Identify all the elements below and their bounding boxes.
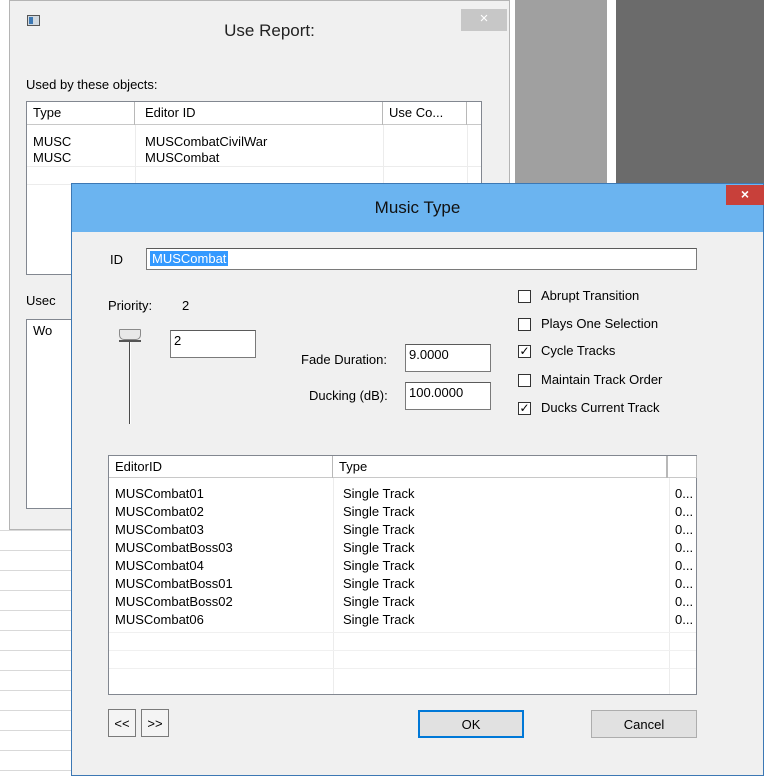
list-item-type[interactable]: MUSC <box>33 150 71 166</box>
table-row-extra[interactable]: 0... <box>675 486 693 502</box>
table-row-editor-id[interactable]: MUSCombatBoss01 <box>115 576 233 592</box>
table-row-type[interactable]: Single Track <box>343 612 415 628</box>
list-item-type[interactable]: MUSC <box>33 134 71 150</box>
checkbox-plays-one-selection[interactable] <box>518 318 531 331</box>
table-row-extra[interactable]: 0... <box>675 612 693 628</box>
table-row-extra[interactable]: 0... <box>675 522 693 538</box>
fade-duration-field[interactable]: 9.0000 <box>405 344 491 372</box>
checkbox-abrupt-transition[interactable] <box>518 290 531 303</box>
use-report-titlebar[interactable]: Use Report: × <box>10 1 509 61</box>
table-row-editor-id[interactable]: MUSCombat03 <box>115 522 204 538</box>
music-type-window: Music Type × ID MUSCombat Priority: 2 2 … <box>71 183 764 776</box>
ducking-label: Ducking (dB): <box>309 388 388 403</box>
list-item-editor-id[interactable]: MUSCombat <box>145 150 219 166</box>
column-header-type[interactable]: Type <box>333 456 667 478</box>
checkbox-label[interactable]: Plays One Selection <box>541 316 658 331</box>
column-header-world[interactable]: Wo <box>33 323 52 338</box>
table-row-type[interactable]: Single Track <box>343 486 415 502</box>
list-header: EditorID Type <box>109 456 697 478</box>
row-divider <box>109 632 696 633</box>
close-icon[interactable]: × <box>726 185 764 205</box>
ducking-field[interactable]: 100.0000 <box>405 382 491 410</box>
row-divider <box>109 650 696 651</box>
used-by-label: Used by these objects: <box>26 77 158 92</box>
background-panel <box>515 0 607 190</box>
fade-duration-label: Fade Duration: <box>301 352 387 367</box>
table-row-type[interactable]: Single Track <box>343 576 415 592</box>
tracks-list[interactable]: EditorID Type MUSCombat01 Single Track 0… <box>108 455 697 695</box>
column-header-editor-id[interactable]: Editor ID <box>139 102 383 125</box>
used-in-label: Usec <box>26 293 56 308</box>
priority-slider-track[interactable] <box>129 329 131 424</box>
divider <box>333 478 334 694</box>
priority-slider-base <box>119 340 141 342</box>
close-icon[interactable]: × <box>461 9 507 31</box>
table-row-extra[interactable]: 0... <box>675 594 693 610</box>
id-label: ID <box>110 252 123 267</box>
table-row-editor-id[interactable]: MUSCombat04 <box>115 558 204 574</box>
next-button[interactable]: >> <box>141 709 169 737</box>
background-spreadsheet <box>0 530 72 776</box>
cancel-button[interactable]: Cancel <box>591 710 697 738</box>
priority-label: Priority: <box>108 298 153 313</box>
checkbox-ducks-current-track[interactable]: ✓ <box>518 402 531 415</box>
checkbox-label[interactable]: Cycle Tracks <box>541 343 615 358</box>
music-type-titlebar[interactable]: Music Type × <box>72 184 764 232</box>
checkbox-label[interactable]: Ducks Current Track <box>541 400 659 415</box>
table-row-type[interactable]: Single Track <box>343 522 415 538</box>
table-row-extra[interactable]: 0... <box>675 504 693 520</box>
background-gap <box>607 0 616 190</box>
id-field[interactable]: MUSCombat <box>146 248 697 270</box>
table-row-editor-id[interactable]: MUSCombat06 <box>115 612 204 628</box>
row-divider <box>109 668 696 669</box>
priority-value: 2 <box>182 298 190 313</box>
music-type-title: Music Type <box>374 198 461 217</box>
column-header-extra[interactable] <box>667 456 697 478</box>
column-header-use-count[interactable]: Use Co... <box>383 102 467 125</box>
list-header: Type Editor ID Use Co... <box>27 102 481 125</box>
divider <box>669 478 670 694</box>
checkbox-maintain-track-order[interactable] <box>518 374 531 387</box>
table-row-extra[interactable]: 0... <box>675 558 693 574</box>
table-row-type[interactable]: Single Track <box>343 558 415 574</box>
row-divider <box>27 166 481 167</box>
table-row-type[interactable]: Single Track <box>343 504 415 520</box>
table-row-editor-id[interactable]: MUSCombatBoss03 <box>115 540 233 556</box>
table-row-extra[interactable]: 0... <box>675 540 693 556</box>
table-row-editor-id[interactable]: MUSCombat01 <box>115 486 204 502</box>
checkbox-label[interactable]: Abrupt Transition <box>541 288 639 303</box>
table-row-editor-id[interactable]: MUSCombat02 <box>115 504 204 520</box>
background-panel-dark <box>616 0 764 190</box>
checkbox-label[interactable]: Maintain Track Order <box>541 372 662 387</box>
column-header-editor-id[interactable]: EditorID <box>109 456 333 478</box>
table-row-type[interactable]: Single Track <box>343 594 415 610</box>
table-row-type[interactable]: Single Track <box>343 540 415 556</box>
priority-slider-handle[interactable] <box>119 329 141 340</box>
column-header-type[interactable]: Type <box>27 102 135 125</box>
table-row-editor-id[interactable]: MUSCombatBoss02 <box>115 594 233 610</box>
id-field-value: MUSCombat <box>150 251 229 266</box>
checkbox-cycle-tracks[interactable]: ✓ <box>518 345 531 358</box>
list-item-editor-id[interactable]: MUSCombatCivilWar <box>145 134 267 150</box>
table-row-extra[interactable]: 0... <box>675 576 693 592</box>
use-report-title: Use Report: <box>224 21 315 40</box>
ok-button[interactable]: OK <box>418 710 524 738</box>
priority-field[interactable]: 2 <box>170 330 256 358</box>
previous-button[interactable]: << <box>108 709 136 737</box>
